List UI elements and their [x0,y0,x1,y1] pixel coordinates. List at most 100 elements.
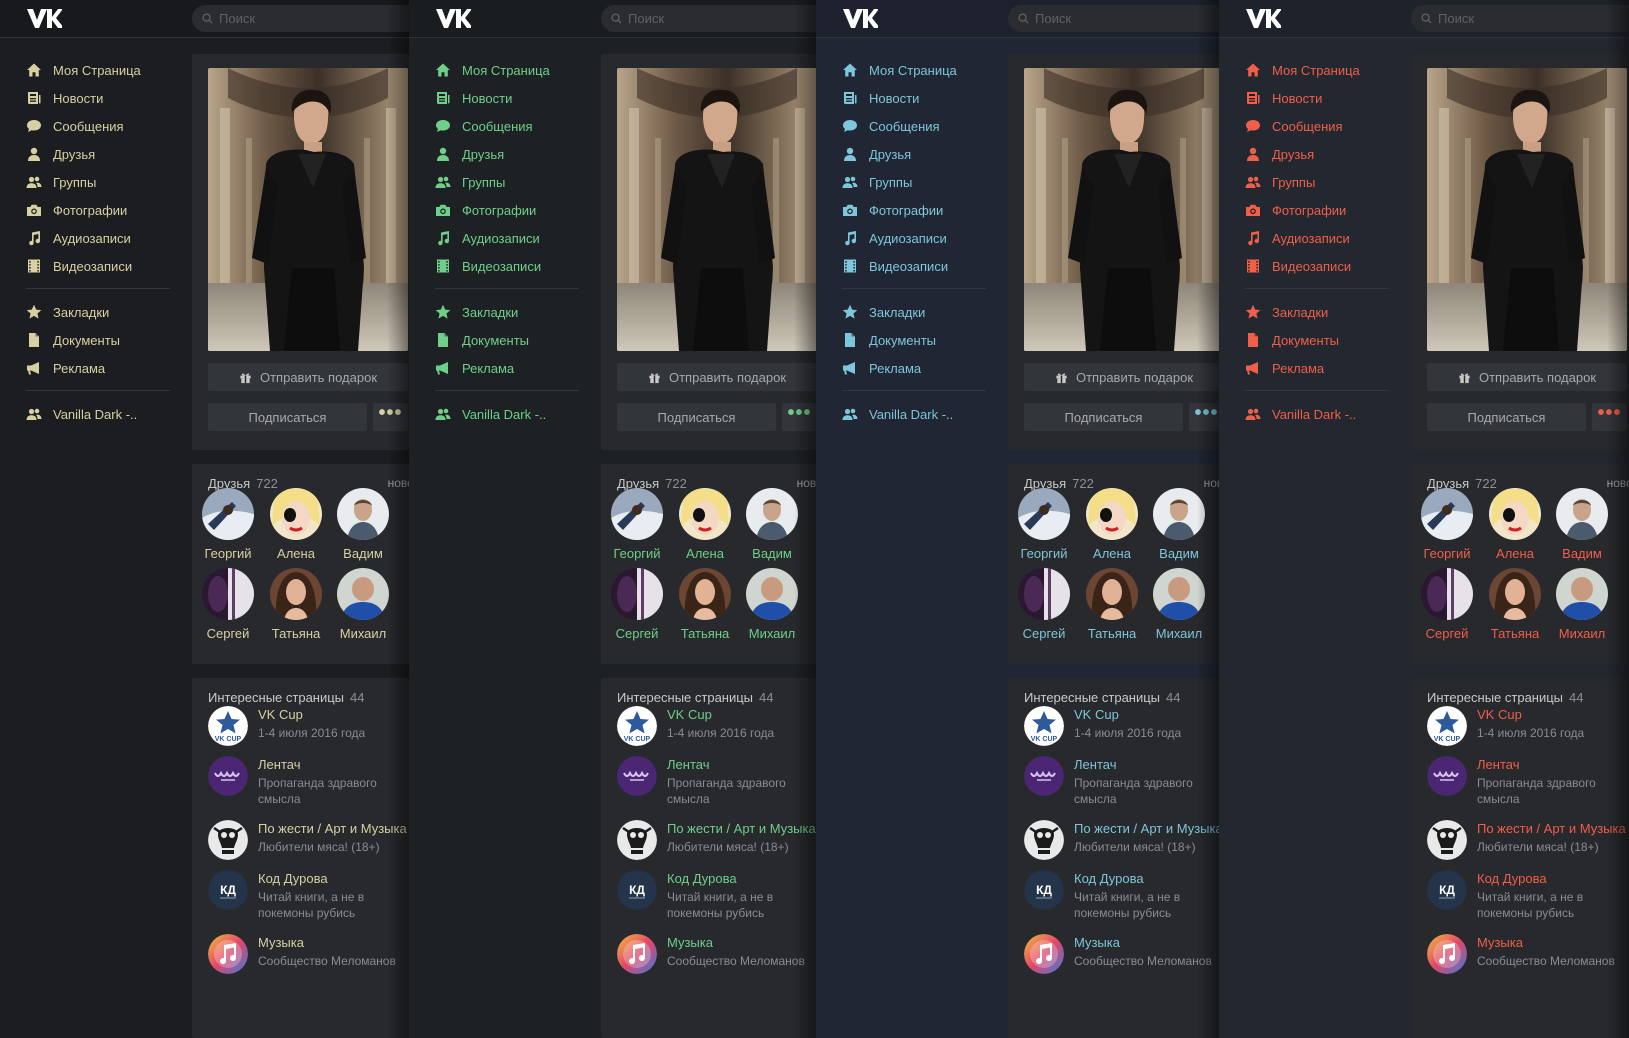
nav-video[interactable]: Видеозаписи [435,252,579,280]
friend-tatyana[interactable]: Татьяна [1078,568,1146,641]
nav-photos[interactable]: Фотографии [1245,196,1389,224]
profile-photo[interactable] [617,68,816,351]
nav-photos[interactable]: Фотографии [842,196,986,224]
nav-group-vanilla-dark[interactable]: Vanilla Dark -.. [435,400,579,428]
nav-video[interactable]: Видеозаписи [26,252,170,280]
page-vk-cup[interactable]: VK CUP VK Cup 1-4 июля 2016 года [1024,706,1219,758]
pages-header[interactable]: Интересные страницы 44 [1024,690,1181,705]
search-box[interactable] [601,5,816,32]
nav-bookmarks[interactable]: Закладки [842,298,986,326]
page-muzyka[interactable]: Музыка Сообщество Меломанов [1024,934,1219,986]
friend-alena[interactable]: Алена [262,488,330,561]
friend-sergey[interactable]: Сергей [603,568,671,641]
page-vk-cup[interactable]: VK CUP VK Cup 1-4 июля 2016 года [1427,706,1629,758]
page-kod-durova[interactable]: КД Код Дурова Читай книги, а не в покемо… [617,870,816,922]
nav-documents[interactable]: Документы [26,326,170,354]
nav-messages[interactable]: Сообщения [1245,112,1389,140]
nav-messages[interactable]: Сообщения [435,112,579,140]
page-lentach[interactable]: Лентач Пропаганда здравого смысла [1024,756,1219,808]
page-po-zhesti[interactable]: По жести / Арт и Музыка Любители мяса! (… [208,820,409,872]
send-gift-button[interactable]: Отправить подарок [1024,363,1219,391]
page-kod-durova[interactable]: КД Код Дурова Читай книги, а не в покемо… [1427,870,1629,922]
page-muzyka[interactable]: Музыка Сообщество Меломанов [1427,934,1629,986]
nav-friends[interactable]: Друзья [1245,140,1389,168]
nav-audio[interactable]: Аудиозаписи [435,224,579,252]
pages-header[interactable]: Интересные страницы 44 [1427,690,1584,705]
nav-audio[interactable]: Аудиозаписи [842,224,986,252]
page-kod-durova[interactable]: КД Код Дурова Читай книги, а не в покемо… [1024,870,1219,922]
page-vk-cup[interactable]: VK CUP VK Cup 1-4 июля 2016 года [617,706,816,758]
nav-my-page[interactable]: Моя Страница [435,56,579,84]
pages-header[interactable]: Интересные страницы 44 [208,690,365,705]
vk-logo[interactable] [26,7,62,29]
nav-documents[interactable]: Документы [435,326,579,354]
friend-vadim[interactable]: Вадим [1548,488,1616,561]
nav-group-vanilla-dark[interactable]: Vanilla Dark -.. [1245,400,1389,428]
nav-audio[interactable]: Аудиозаписи [1245,224,1389,252]
page-po-zhesti[interactable]: По жести / Арт и Музыка Любители мяса! (… [1024,820,1219,872]
nav-documents[interactable]: Документы [1245,326,1389,354]
nav-video[interactable]: Видеозаписи [842,252,986,280]
friend-tatyana[interactable]: Татьяна [262,568,330,641]
page-lentach[interactable]: Лентач Пропаганда здравого смысла [1427,756,1629,808]
page-lentach[interactable]: Лентач Пропаганда здравого смысла [208,756,409,808]
nav-groups[interactable]: Группы [1245,168,1389,196]
search-input[interactable] [219,11,399,26]
friend-tatyana[interactable]: Татьяна [671,568,739,641]
friend-alena[interactable]: Алена [1481,488,1549,561]
friend-vadim[interactable]: Вадим [738,488,806,561]
friend-vadim[interactable]: Вадим [329,488,397,561]
nav-photos[interactable]: Фотографии [26,196,170,224]
nav-photos[interactable]: Фотографии [435,196,579,224]
friend-sergey[interactable]: Сергей [194,568,262,641]
vk-logo[interactable] [1245,7,1281,29]
search-box[interactable] [192,5,409,32]
page-lentach[interactable]: Лентач Пропаганда здравого смысла [617,756,816,808]
nav-news[interactable]: Новости [435,84,579,112]
search-input[interactable] [1438,11,1618,26]
page-po-zhesti[interactable]: По жести / Арт и Музыка Любители мяса! (… [1427,820,1629,872]
more-actions-button[interactable]: ••• [782,403,816,431]
send-gift-button[interactable]: Отправить подарок [617,363,816,391]
page-vk-cup[interactable]: VK CUP VK Cup 1-4 июля 2016 года [208,706,409,758]
nav-documents[interactable]: Документы [842,326,986,354]
friend-mikhail[interactable]: Михаил [1548,568,1616,641]
nav-friends[interactable]: Друзья [842,140,986,168]
vk-logo[interactable] [435,7,471,29]
nav-news[interactable]: Новости [1245,84,1389,112]
friend-georgiy[interactable]: Георгий [603,488,671,561]
nav-groups[interactable]: Группы [26,168,170,196]
nav-bookmarks[interactable]: Закладки [435,298,579,326]
page-muzyka[interactable]: Музыка Сообщество Меломанов [208,934,409,986]
nav-ads[interactable]: Реклама [26,354,170,382]
nav-ads[interactable]: Реклама [435,354,579,382]
friend-mikhail[interactable]: Михаил [329,568,397,641]
friend-georgiy[interactable]: Георгий [1413,488,1481,561]
more-actions-button[interactable]: ••• [373,403,408,431]
more-actions-button[interactable]: ••• [1592,403,1627,431]
page-muzyka[interactable]: Музыка Сообщество Меломанов [617,934,816,986]
nav-bookmarks[interactable]: Закладки [1245,298,1389,326]
send-gift-button[interactable]: Отправить подарок [208,363,408,391]
subscribe-button[interactable]: Подписаться [1024,403,1183,431]
subscribe-button[interactable]: Подписаться [1427,403,1586,431]
friend-alena[interactable]: Алена [1078,488,1146,561]
nav-my-page[interactable]: Моя Страница [26,56,170,84]
nav-messages[interactable]: Сообщения [26,112,170,140]
profile-photo[interactable] [1427,68,1627,351]
nav-news[interactable]: Новости [26,84,170,112]
profile-photo[interactable] [208,68,408,351]
friend-sergey[interactable]: Сергей [1413,568,1481,641]
search-input[interactable] [1035,11,1215,26]
vk-logo[interactable] [842,7,878,29]
search-box[interactable] [1411,5,1629,32]
pages-header[interactable]: Интересные страницы 44 [617,690,774,705]
friend-alena[interactable]: Алена [671,488,739,561]
nav-groups[interactable]: Группы [842,168,986,196]
nav-friends[interactable]: Друзья [435,140,579,168]
search-input[interactable] [628,11,808,26]
friend-mikhail[interactable]: Михаил [1145,568,1213,641]
nav-bookmarks[interactable]: Закладки [26,298,170,326]
nav-my-page[interactable]: Моя Страница [842,56,986,84]
friend-tatyana[interactable]: Татьяна [1481,568,1549,641]
